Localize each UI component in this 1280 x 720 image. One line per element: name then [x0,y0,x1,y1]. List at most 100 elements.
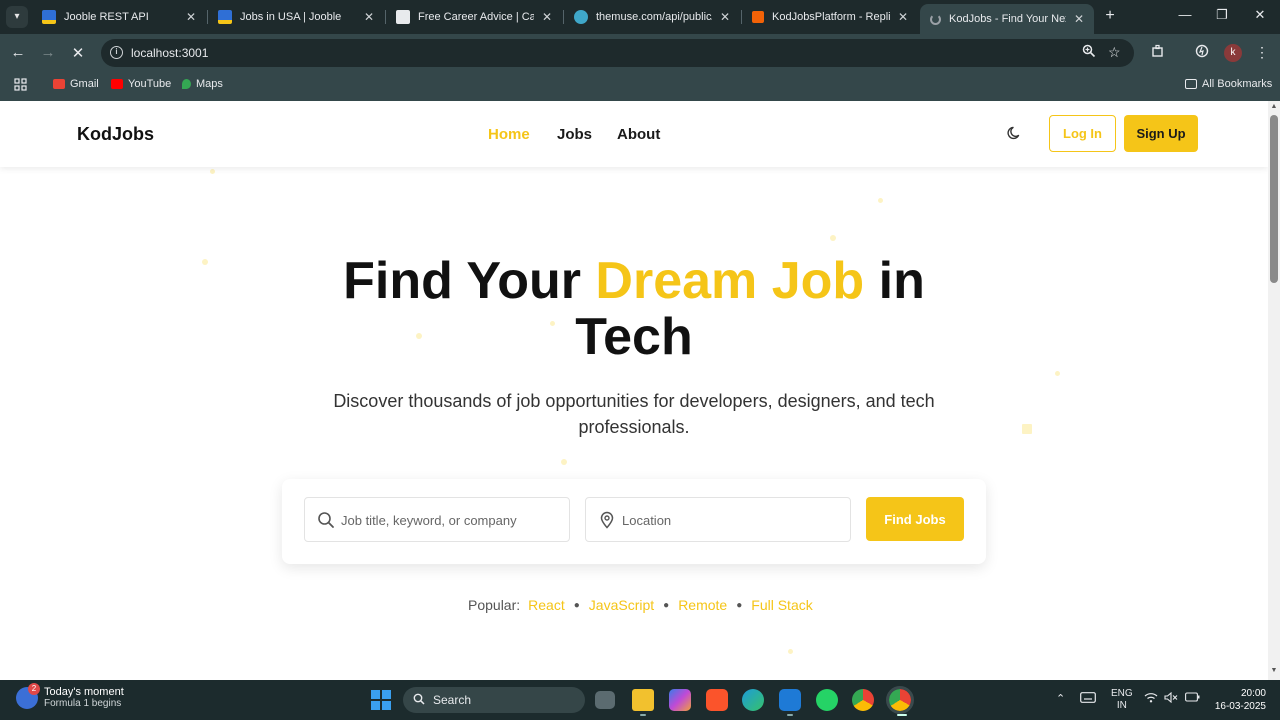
tray-overflow-icon[interactable]: ⌃ [1056,692,1065,705]
tab-jooble-api[interactable]: Jooble REST API ✕ [32,4,206,30]
running-indicator [640,714,646,716]
page-scrollbar[interactable]: ▲ ▼ [1268,101,1280,680]
address-bar[interactable]: i localhost:3001 ☆ [101,39,1134,67]
new-tab-button[interactable]: + [1100,7,1120,25]
bullet-separator: ● [573,599,580,611]
language-indicator[interactable]: ENG IN [1111,688,1133,712]
tab-title: Free Career Advice | Career [418,11,534,23]
extensions-icon[interactable] [1148,44,1168,61]
windows-start-icon[interactable] [371,690,391,710]
volume-muted-icon[interactable] [1164,691,1178,706]
chrome-icon[interactable] [852,689,874,711]
vscode-icon[interactable] [779,689,801,711]
moon-icon[interactable] [1007,125,1025,143]
keyword-input[interactable] [341,506,561,534]
keyboard-icon[interactable] [1080,692,1096,706]
bookmark-maps[interactable]: Maps [182,78,223,90]
close-icon[interactable]: ✕ [898,10,908,24]
close-icon[interactable]: ✕ [364,10,374,24]
bookmark-youtube[interactable]: YouTube [111,78,171,90]
tab-title: Jooble REST API [64,11,149,23]
clock-date: 16-03-2025 [1214,701,1266,712]
region-code: IN [1116,700,1127,711]
tab-replit[interactable]: KodJobsPlatform - Replit ✕ [742,4,918,30]
tab-jooble-jobs[interactable]: Jobs in USA | Jooble ✕ [208,4,384,30]
whatsapp-icon[interactable] [816,689,838,711]
stop-loading-button[interactable]: ✕ [68,44,88,62]
background-dot [878,198,883,203]
clock-time: 20:00 [1240,688,1266,699]
search-icon [317,511,335,529]
bookmarks-bar: Gmail YouTube Maps All Bookmarks [0,72,1280,101]
restore-button[interactable]: ❐ [1212,7,1232,23]
scroll-thumb[interactable] [1270,115,1278,283]
tab-themuse-api[interactable]: themuse.com/api/public/jo ✕ [564,4,740,30]
address-url[interactable]: localhost:3001 [131,46,208,60]
youtube-icon [111,79,123,89]
background-dot [1022,424,1032,434]
minimize-button[interactable]: — [1175,7,1195,22]
search-card: Find Jobs [282,479,986,564]
tab-kodjobs-active[interactable]: KodJobs - Find Your Next Dr ✕ [920,4,1094,34]
popular-tag-remote[interactable]: Remote [678,597,727,613]
widgets-button[interactable]: 2 Today's moment Formula 1 begins [16,682,124,709]
taskbar-search[interactable]: Search [403,687,585,713]
tab-career-advice[interactable]: Free Career Advice | Career ✕ [386,4,562,30]
notification-badge: 2 [28,682,40,695]
tab-title: Jobs in USA | Jooble [240,11,342,23]
all-bookmarks-folder[interactable]: All Bookmarks [1185,78,1272,90]
system-clock[interactable]: 20:00 16-03-2025 [1206,687,1266,713]
hero-title-accent: Dream Job [595,252,865,310]
login-button[interactable]: Log In [1049,115,1116,152]
close-icon[interactable]: ✕ [720,10,730,24]
zoom-icon[interactable] [1082,44,1096,61]
signup-button[interactable]: Sign Up [1124,115,1198,152]
profile-avatar[interactable]: k [1224,44,1242,62]
menu-kebab-icon[interactable]: ⋮ [1252,44,1272,61]
popular-tag-react[interactable]: React [528,597,565,613]
brave-browser-icon[interactable] [706,689,728,711]
loading-spinner-icon [930,13,941,25]
hero-title-part1: Find Your [343,252,596,310]
close-icon[interactable]: ✕ [1074,12,1084,26]
background-dot [830,235,836,241]
apps-grid-icon[interactable] [14,78,27,91]
window-close-button[interactable]: ✕ [1250,7,1270,23]
themuse-favicon-icon [574,10,588,24]
file-explorer-icon[interactable] [632,689,654,711]
widgets-icon: 2 [16,682,40,709]
windows-taskbar: 2 Today's moment Formula 1 begins Search… [0,680,1280,720]
site-info-icon[interactable]: i [110,46,123,59]
close-icon[interactable]: ✕ [186,10,196,24]
nav-home-link[interactable]: Home [488,126,530,143]
replit-favicon-icon [752,11,764,23]
location-input[interactable] [622,506,842,534]
bullet-separator: ● [736,599,743,611]
bookmark-gmail[interactable]: Gmail [53,78,99,90]
widget-subtitle: Formula 1 begins [44,698,122,709]
copilot-icon[interactable] [669,689,691,711]
find-jobs-button[interactable]: Find Jobs [866,497,964,541]
popular-tag-full-stack[interactable]: Full Stack [751,597,812,613]
bookmark-star-icon[interactable]: ☆ [1108,44,1121,61]
edge-browser-icon[interactable] [742,689,764,711]
tab-title: KodJobsPlatform - Replit [772,11,890,23]
back-button[interactable]: ← [8,44,28,61]
site-logo[interactable]: KodJobs [77,124,154,145]
popular-tag-javascript[interactable]: JavaScript [589,597,654,613]
widget-title: Today's moment [44,686,124,698]
wifi-icon[interactable] [1144,692,1158,706]
location-field[interactable] [585,497,851,542]
keyword-field[interactable] [304,497,570,542]
chrome-profile-icon[interactable] [886,686,914,714]
tab-search-icon[interactable]: ▾ [6,6,28,28]
performance-icon[interactable] [1192,44,1212,61]
nav-about-link[interactable]: About [617,126,660,143]
task-view-icon[interactable] [595,691,615,709]
scroll-down-arrow-icon[interactable]: ▼ [1270,667,1278,674]
battery-icon[interactable] [1185,692,1200,705]
nav-jobs-link[interactable]: Jobs [557,126,592,143]
close-icon[interactable]: ✕ [542,10,552,24]
scroll-up-arrow-icon[interactable]: ▲ [1270,103,1278,110]
forward-button[interactable]: → [38,44,58,61]
